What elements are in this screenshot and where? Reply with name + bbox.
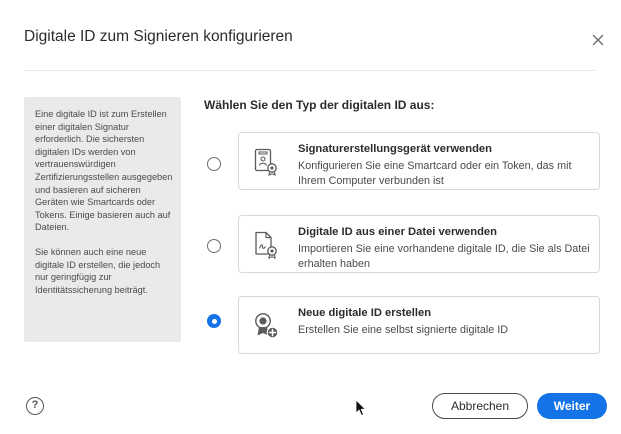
file-id-icon [253,231,279,259]
mouse-pointer-icon [355,399,367,417]
help-icon[interactable]: ? [26,397,44,415]
info-panel: Eine digitale ID ist zum Erstellen einer… [24,97,181,342]
option-new-id-description: Erstellen Sie eine selbst signierte digi… [298,324,509,336]
cancel-button[interactable]: Abbrechen [432,393,528,419]
dialog-title: Digitale ID zum Signieren konfigurieren [24,28,293,45]
info-paragraph-1: Eine digitale ID ist zum Erstellen einer… [35,109,173,233]
new-id-badge-icon [253,312,279,340]
option-smartcard[interactable]: Signaturerstellungsgerät verwenden Konfi… [238,132,600,190]
configure-digital-id-dialog: Digitale ID zum Signieren konfigurieren … [0,0,621,434]
title-divider [24,70,596,71]
next-button[interactable]: Weiter [537,393,607,419]
option-file-title: Digitale ID aus einer Datei verwenden [298,226,497,238]
option-file-description: Importieren Sie eine vorhandene digitale… [298,243,590,270]
radio-file[interactable] [207,239,221,253]
id-type-question: Wählen Sie den Typ der digitalen ID aus: [204,98,435,112]
option-new-id-title: Neue digitale ID erstellen [298,307,432,319]
option-file[interactable]: Digitale ID aus einer Datei verwenden Im… [238,215,600,273]
smartcard-id-icon [253,148,279,176]
radio-smartcard[interactable] [207,157,221,171]
option-smartcard-title: Signaturerstellungsgerät verwenden [298,143,492,155]
radio-new-id[interactable] [207,314,221,328]
info-paragraph-2: Sie können auch eine neue digitale ID er… [35,246,161,295]
close-icon[interactable] [588,30,608,50]
option-new-id[interactable]: Neue digitale ID erstellen Erstellen Sie… [238,296,600,354]
option-smartcard-description: Konfigurieren Sie eine Smartcard oder ei… [298,160,572,187]
